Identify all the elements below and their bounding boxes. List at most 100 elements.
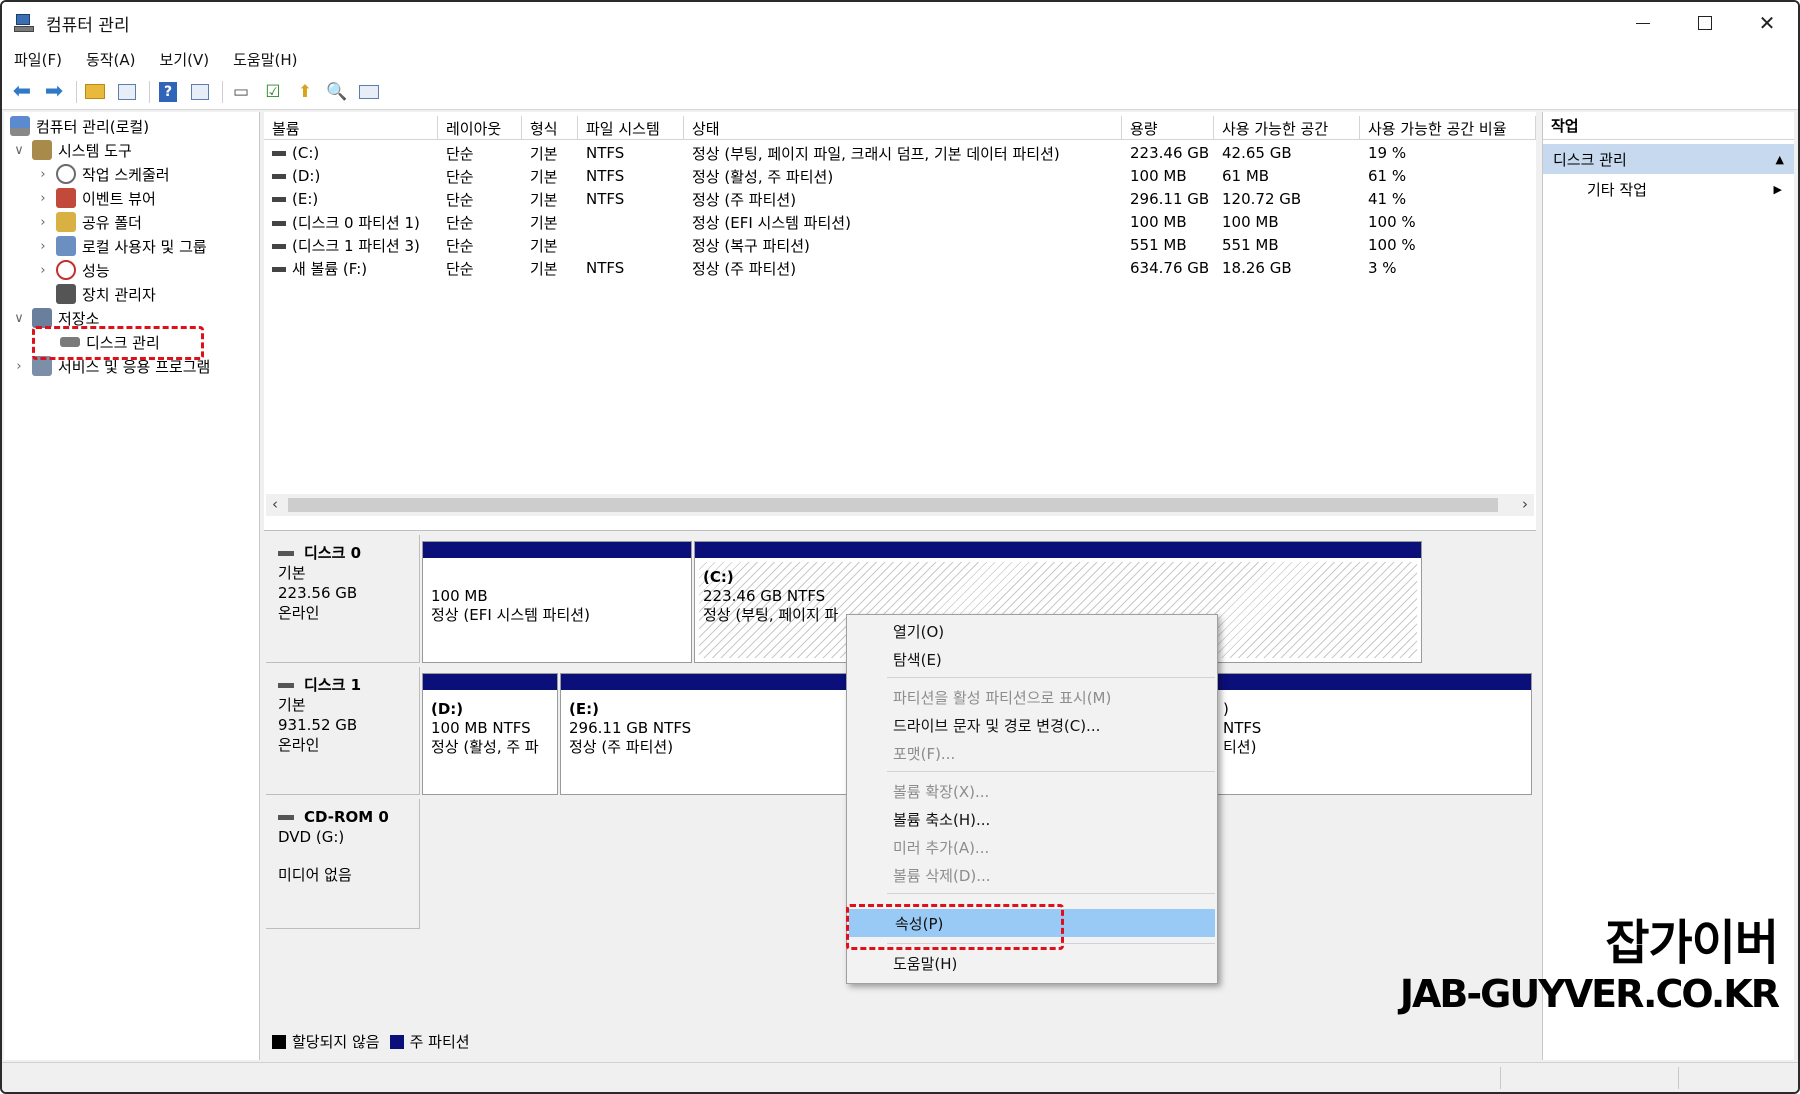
tree-item-system-tools[interactable]: ∨ 시스템 도구 xyxy=(12,138,132,162)
capacity-cell: 100 MB xyxy=(1130,167,1187,185)
table-row[interactable]: (디스크 0 파티션 1) 단순 기본 정상 (EFI 시스템 파티션) 100… xyxy=(264,211,1536,233)
menu-item-help[interactable]: 도움말(H) xyxy=(847,949,1217,977)
maximize-icon xyxy=(1698,16,1712,30)
menu-item-delete-volume[interactable]: 볼륨 삭제(D)... xyxy=(847,861,1217,889)
partition-efi[interactable]: 100 MB 정상 (EFI 시스템 파티션) xyxy=(422,541,692,663)
show-hide-console-tree-icon[interactable] xyxy=(115,80,139,104)
legend-primary: 주 파티션 xyxy=(409,1033,470,1051)
partition-f[interactable]: ) NTFS 티션) xyxy=(1214,673,1532,795)
actions-section-disk-management[interactable]: 디스크 관리 ▲ xyxy=(1543,144,1794,174)
chevron-right-icon[interactable]: › xyxy=(12,359,26,374)
chevron-right-icon[interactable]: › xyxy=(36,239,50,254)
disk-0-info[interactable]: 디스크 0 기본 223.56 GB 온라인 xyxy=(266,535,420,663)
menu-item-shrink-volume[interactable]: 볼륨 축소(H)... xyxy=(847,805,1217,833)
free-percent-cell: 100 % xyxy=(1368,236,1416,254)
unallocated-swatch xyxy=(272,1034,286,1049)
chevron-right-icon[interactable]: › xyxy=(36,167,50,182)
tree-item-root[interactable]: 컴퓨터 관리(로컬) xyxy=(10,114,149,138)
menu-item-mark-active[interactable]: 파티션을 활성 파티션으로 표시(M) xyxy=(847,683,1217,711)
column-header-free-space[interactable]: 사용 가능한 공간 xyxy=(1214,116,1360,140)
menu-item-open[interactable]: 열기(O) xyxy=(847,617,1217,645)
table-row[interactable]: (디스크 1 파티션 3) 단순 기본 정상 (복구 파티션) 551 MB 5… xyxy=(264,234,1536,256)
partition-e[interactable]: (E:) 296.11 GB NTFS 정상 (주 파티션) xyxy=(560,673,850,795)
tree-label: 컴퓨터 관리(로컬) xyxy=(36,117,150,136)
collapse-up-icon[interactable]: ▲ xyxy=(1776,153,1784,166)
type-cell: 기본 xyxy=(530,236,558,255)
check-icon[interactable]: ☑ xyxy=(261,80,285,104)
minimize-button[interactable] xyxy=(1612,2,1674,44)
export-icon[interactable]: ⬆ xyxy=(293,80,317,104)
status-bar xyxy=(2,1062,1798,1092)
cdrom-status: 미디어 없음 xyxy=(278,866,352,884)
chevron-right-icon[interactable]: › xyxy=(36,215,50,230)
tree-item-event-viewer[interactable]: › 이벤트 뷰어 xyxy=(36,186,156,210)
menu-file[interactable]: 파일(F) xyxy=(14,49,62,70)
menu-help[interactable]: 도움말(H) xyxy=(233,49,297,70)
connect-icon[interactable]: ▭ xyxy=(229,80,253,104)
column-header-layout[interactable]: 레이아웃 xyxy=(438,116,522,140)
free-space-cell: 100 MB xyxy=(1222,213,1279,231)
watermark-korean: 잡가이버 xyxy=(1605,915,1779,971)
tree-item-shared-folders[interactable]: › 공유 폴더 xyxy=(36,210,142,234)
tree-item-task-scheduler[interactable]: › 작업 스케줄러 xyxy=(36,162,170,186)
cdrom-info[interactable]: CD-ROM 0 DVD (G:) 미디어 없음 xyxy=(266,799,420,929)
drive-icon xyxy=(272,174,286,179)
column-header-filesystem[interactable]: 파일 시스템 xyxy=(578,116,684,140)
partition-size: 100 MB NTFS xyxy=(431,719,531,737)
column-header-free-percent[interactable]: 사용 가능한 공간 비율 xyxy=(1360,116,1536,140)
volume-table-header: 볼륨 레이아웃 형식 파일 시스템 상태 용량 사용 가능한 공간 사용 가능한… xyxy=(264,116,1536,140)
menu-item-add-mirror[interactable]: 미러 추가(A)... xyxy=(847,833,1217,861)
chevron-right-icon[interactable]: › xyxy=(36,191,50,206)
menu-item-change-drive-letter[interactable]: 드라이브 문자 및 경로 변경(C)... xyxy=(847,711,1217,739)
tree-item-local-users[interactable]: › 로컬 사용자 및 그룹 xyxy=(36,234,207,258)
close-button[interactable]: ✕ xyxy=(1736,2,1798,44)
tree-item-device-manager[interactable]: 장치 관리자 xyxy=(56,282,156,306)
disk-size: 223.56 GB xyxy=(278,584,358,602)
up-folder-icon[interactable] xyxy=(83,80,107,104)
device-manager-icon xyxy=(56,284,76,304)
table-row[interactable]: (D:) 단순 기본 NTFS 정상 (활성, 주 파티션) 100 MB 61… xyxy=(264,165,1536,187)
column-header-volume[interactable]: 볼륨 xyxy=(264,116,438,140)
tree-label: 시스템 도구 xyxy=(58,141,132,160)
chevron-right-icon[interactable]: › xyxy=(36,263,50,278)
properties-icon[interactable] xyxy=(357,80,381,104)
partition-d[interactable]: (D:) 100 MB NTFS 정상 (활성, 주 파 xyxy=(422,673,558,795)
type-cell: 기본 xyxy=(530,213,558,232)
scrollbar-thumb[interactable] xyxy=(288,498,1498,512)
table-row[interactable]: (C:) 단순 기본 NTFS 정상 (부팅, 페이지 파일, 크래시 덤프, … xyxy=(264,142,1536,164)
actions-other[interactable]: 기타 작업 ▶ xyxy=(1543,174,1794,204)
help-icon[interactable]: ? xyxy=(156,80,180,104)
menu-item-explore[interactable]: 탐색(E) xyxy=(847,645,1217,673)
scroll-right-icon[interactable]: › xyxy=(1522,495,1528,513)
chevron-down-icon[interactable]: ∨ xyxy=(12,143,26,158)
disk-status: 온라인 xyxy=(278,604,320,622)
search-icon[interactable]: 🔍 xyxy=(325,80,349,104)
column-header-capacity[interactable]: 용량 xyxy=(1122,116,1214,140)
table-row[interactable]: 새 볼륨 (F:) 단순 기본 NTFS 정상 (주 파티션) 634.76 G… xyxy=(264,257,1536,279)
column-header-type[interactable]: 형식 xyxy=(522,116,578,140)
capacity-cell: 634.76 GB xyxy=(1130,259,1210,277)
table-row[interactable]: (E:) 단순 기본 NTFS 정상 (주 파티션) 296.11 GB 120… xyxy=(264,188,1536,210)
volume-name: (D:) xyxy=(292,167,321,185)
horizontal-scrollbar[interactable]: ‹ › xyxy=(266,494,1534,516)
forward-arrow-icon[interactable]: ➡ xyxy=(42,79,66,104)
menu-item-extend-volume[interactable]: 볼륨 확장(X)... xyxy=(847,777,1217,805)
properties-annotation-box xyxy=(846,904,1064,950)
disk-1-info[interactable]: 디스크 1 기본 931.52 GB 온라인 xyxy=(266,667,420,795)
menu-action[interactable]: 동작(A) xyxy=(86,49,136,70)
show-hide-action-pane-icon[interactable] xyxy=(188,80,212,104)
scroll-left-icon[interactable]: ‹ xyxy=(272,495,278,513)
maximize-button[interactable] xyxy=(1674,2,1736,44)
column-header-status[interactable]: 상태 xyxy=(684,116,1122,140)
menu-item-format[interactable]: 포맷(F)... xyxy=(847,739,1217,767)
tree-item-performance[interactable]: › 성능 xyxy=(36,258,110,282)
capacity-cell: 551 MB xyxy=(1130,236,1187,254)
menu-view[interactable]: 보기(V) xyxy=(160,49,210,70)
back-arrow-icon[interactable]: ⬅ xyxy=(10,79,34,104)
drive-icon xyxy=(272,243,286,249)
chevron-down-icon[interactable]: ∨ xyxy=(12,311,26,326)
partition-size: NTFS xyxy=(1223,719,1262,737)
layout-cell: 단순 xyxy=(446,144,474,163)
capacity-cell: 100 MB xyxy=(1130,213,1187,231)
status-cell: 정상 (주 파티션) xyxy=(692,190,797,209)
